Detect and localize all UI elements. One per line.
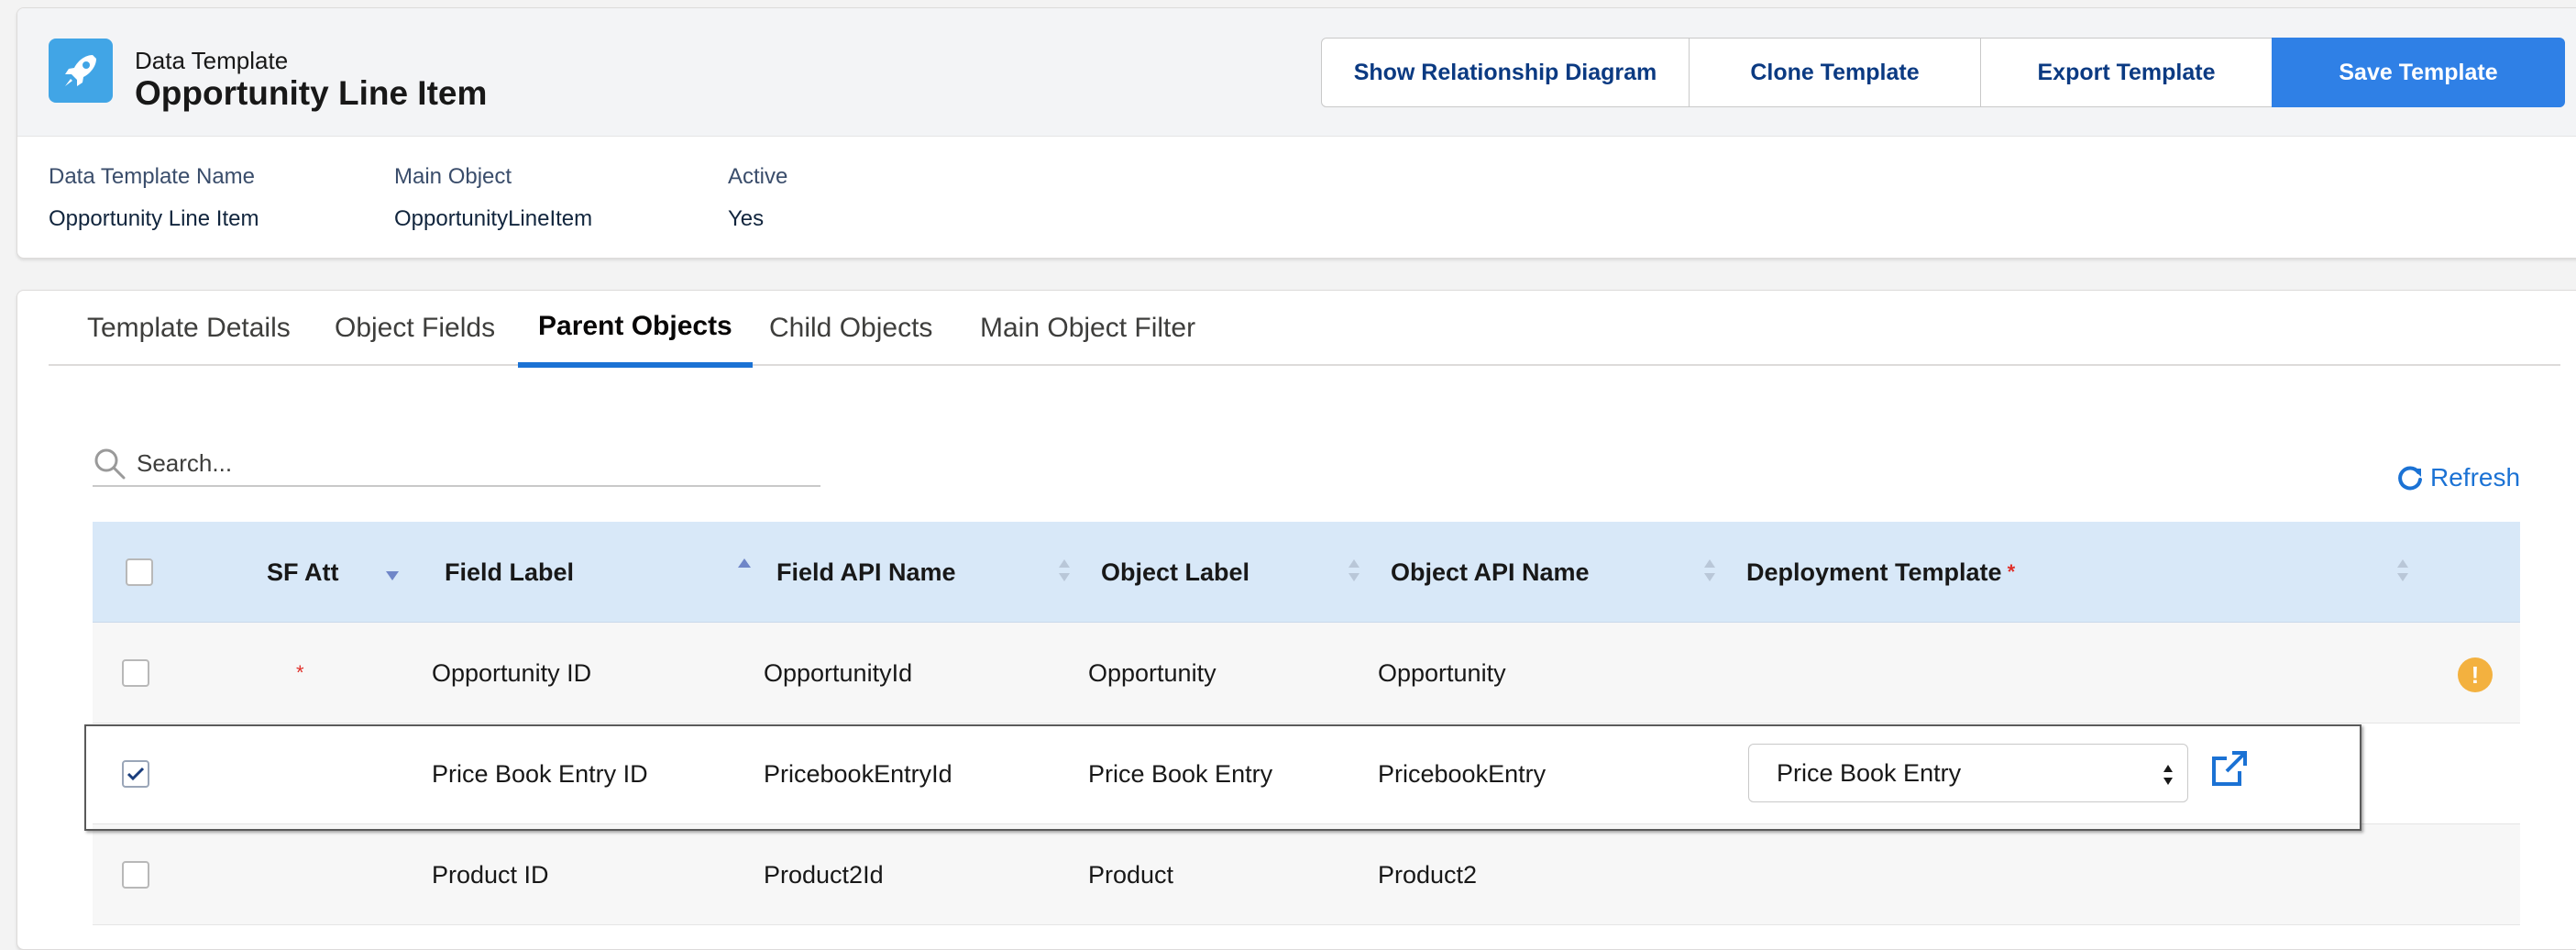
table-header-row: SF Att Field Label Field API Name Object… bbox=[93, 522, 2520, 623]
sort-asc-icon[interactable] bbox=[736, 557, 753, 574]
object-api-name-cell: Opportunity bbox=[1378, 658, 1506, 687]
column-header-field-label[interactable]: Field Label bbox=[445, 522, 574, 623]
save-template-button[interactable]: Save Template bbox=[2272, 38, 2565, 107]
table-row-selected[interactable]: Price Book Entry ID PricebookEntryId Pri… bbox=[93, 724, 2520, 824]
required-icon: * bbox=[2007, 560, 2016, 583]
tab-object-fields[interactable]: Object Fields bbox=[314, 291, 515, 366]
select-value: Price Book Entry bbox=[1777, 758, 1962, 787]
field-label-cell: Price Book Entry ID bbox=[432, 759, 648, 788]
object-label-cell: Opportunity bbox=[1088, 658, 1216, 687]
field-api-name-cell: PricebookEntryId bbox=[764, 759, 952, 788]
column-header-deployment-template[interactable]: Deployment Template * bbox=[1746, 522, 2015, 623]
select-all-cell bbox=[126, 522, 153, 623]
column-header-object-label[interactable]: Object Label bbox=[1101, 522, 1249, 623]
record-header: Data Template Opportunity Line Item Show… bbox=[17, 7, 2576, 259]
tab-template-details[interactable]: Template Details bbox=[67, 291, 311, 366]
object-label-cell: Price Book Entry bbox=[1088, 759, 1273, 788]
show-relationship-diagram-button[interactable]: Show Relationship Diagram bbox=[1321, 38, 1690, 107]
meta-value: Yes bbox=[728, 206, 765, 231]
page-title: Opportunity Line Item bbox=[135, 74, 488, 112]
column-header-label: SF Att bbox=[267, 558, 339, 586]
row-checkbox-cell bbox=[122, 724, 149, 824]
table-row[interactable]: Product ID Product2Id Product Product2 bbox=[93, 824, 2520, 925]
row-checkbox[interactable] bbox=[122, 659, 149, 687]
parent-objects-table: SF Att Field Label Field API Name Object… bbox=[93, 522, 2520, 925]
select-arrows-icon bbox=[2162, 761, 2174, 795]
field-api-name-cell: Product2Id bbox=[764, 860, 884, 889]
meta-active: Active Yes bbox=[728, 164, 787, 232]
column-header-label: Field Label bbox=[445, 558, 575, 586]
row-checkbox[interactable] bbox=[122, 861, 149, 889]
meta-value: Opportunity Line Item bbox=[49, 206, 259, 231]
column-header-label: Object Label bbox=[1101, 558, 1250, 586]
tab-bar: Template Details Object Fields Parent Ob… bbox=[49, 291, 2560, 368]
meta-label: Main Object bbox=[394, 164, 512, 189]
header-top-bar: Data Template Opportunity Line Item Show… bbox=[17, 8, 2576, 137]
rocket-icon bbox=[49, 39, 113, 103]
field-label-cell: Opportunity ID bbox=[432, 658, 592, 687]
tab-main-object-filter[interactable]: Main Object Filter bbox=[960, 291, 1216, 366]
refresh-label: Refresh bbox=[2430, 463, 2521, 492]
column-header-field-api-name[interactable]: Field API Name bbox=[776, 522, 956, 623]
sort-icon[interactable] bbox=[2395, 557, 2410, 589]
tab-parent-objects[interactable]: Parent Objects bbox=[518, 291, 753, 368]
search-input[interactable] bbox=[135, 443, 804, 483]
search-icon bbox=[93, 447, 127, 486]
deployment-template-select[interactable]: Price Book Entry bbox=[1748, 744, 2188, 802]
row-checkbox-cell bbox=[122, 824, 149, 925]
meta-label: Active bbox=[728, 164, 788, 189]
main-content-card: Template Details Object Fields Parent Ob… bbox=[17, 290, 2576, 950]
field-label-cell: Product ID bbox=[432, 860, 549, 889]
checkmark-icon bbox=[127, 767, 145, 781]
meta-label: Data Template Name bbox=[49, 164, 255, 189]
warning-icon[interactable]: ! bbox=[2458, 657, 2493, 692]
record-type-label: Data Template bbox=[135, 47, 289, 74]
clone-template-button[interactable]: Clone Template bbox=[1689, 38, 1981, 107]
meta-main-object: Main Object OpportunityLineItem bbox=[394, 164, 592, 232]
column-header-sf-att[interactable]: SF Att bbox=[267, 522, 338, 623]
refresh-button[interactable]: Refresh bbox=[2395, 459, 2520, 496]
tab-child-objects[interactable]: Child Objects bbox=[749, 291, 952, 366]
sort-icon[interactable] bbox=[1057, 557, 1072, 589]
sort-icon[interactable] bbox=[1347, 557, 1361, 589]
object-label-cell: Product bbox=[1088, 860, 1174, 889]
sort-desc-icon[interactable] bbox=[384, 569, 401, 587]
column-header-label: Deployment Template bbox=[1746, 558, 2002, 586]
meta-template-name: Data Template Name Opportunity Line Item bbox=[49, 164, 259, 232]
row-checkbox-cell bbox=[122, 623, 149, 724]
table-row[interactable]: * Opportunity ID OpportunityId Opportuni… bbox=[93, 623, 2520, 724]
required-icon: * bbox=[296, 661, 304, 684]
object-api-name-cell: Product2 bbox=[1378, 860, 1478, 889]
header-button-group: Show Relationship Diagram Clone Template… bbox=[1321, 38, 2565, 107]
select-all-checkbox[interactable] bbox=[126, 558, 153, 586]
sort-icon[interactable] bbox=[1702, 557, 1717, 589]
search-box bbox=[93, 443, 820, 487]
column-header-label: Object API Name bbox=[1391, 558, 1590, 586]
refresh-icon bbox=[2398, 466, 2422, 491]
object-api-name-cell: PricebookEntry bbox=[1378, 759, 1547, 788]
open-external-icon[interactable] bbox=[2208, 749, 2249, 794]
export-template-button[interactable]: Export Template bbox=[1980, 38, 2273, 107]
row-checkbox-checked[interactable] bbox=[122, 760, 149, 788]
column-header-object-api-name[interactable]: Object API Name bbox=[1391, 522, 1590, 623]
field-api-name-cell: OpportunityId bbox=[764, 658, 913, 687]
column-header-label: Field API Name bbox=[776, 558, 956, 586]
meta-value: OpportunityLineItem bbox=[394, 206, 593, 231]
